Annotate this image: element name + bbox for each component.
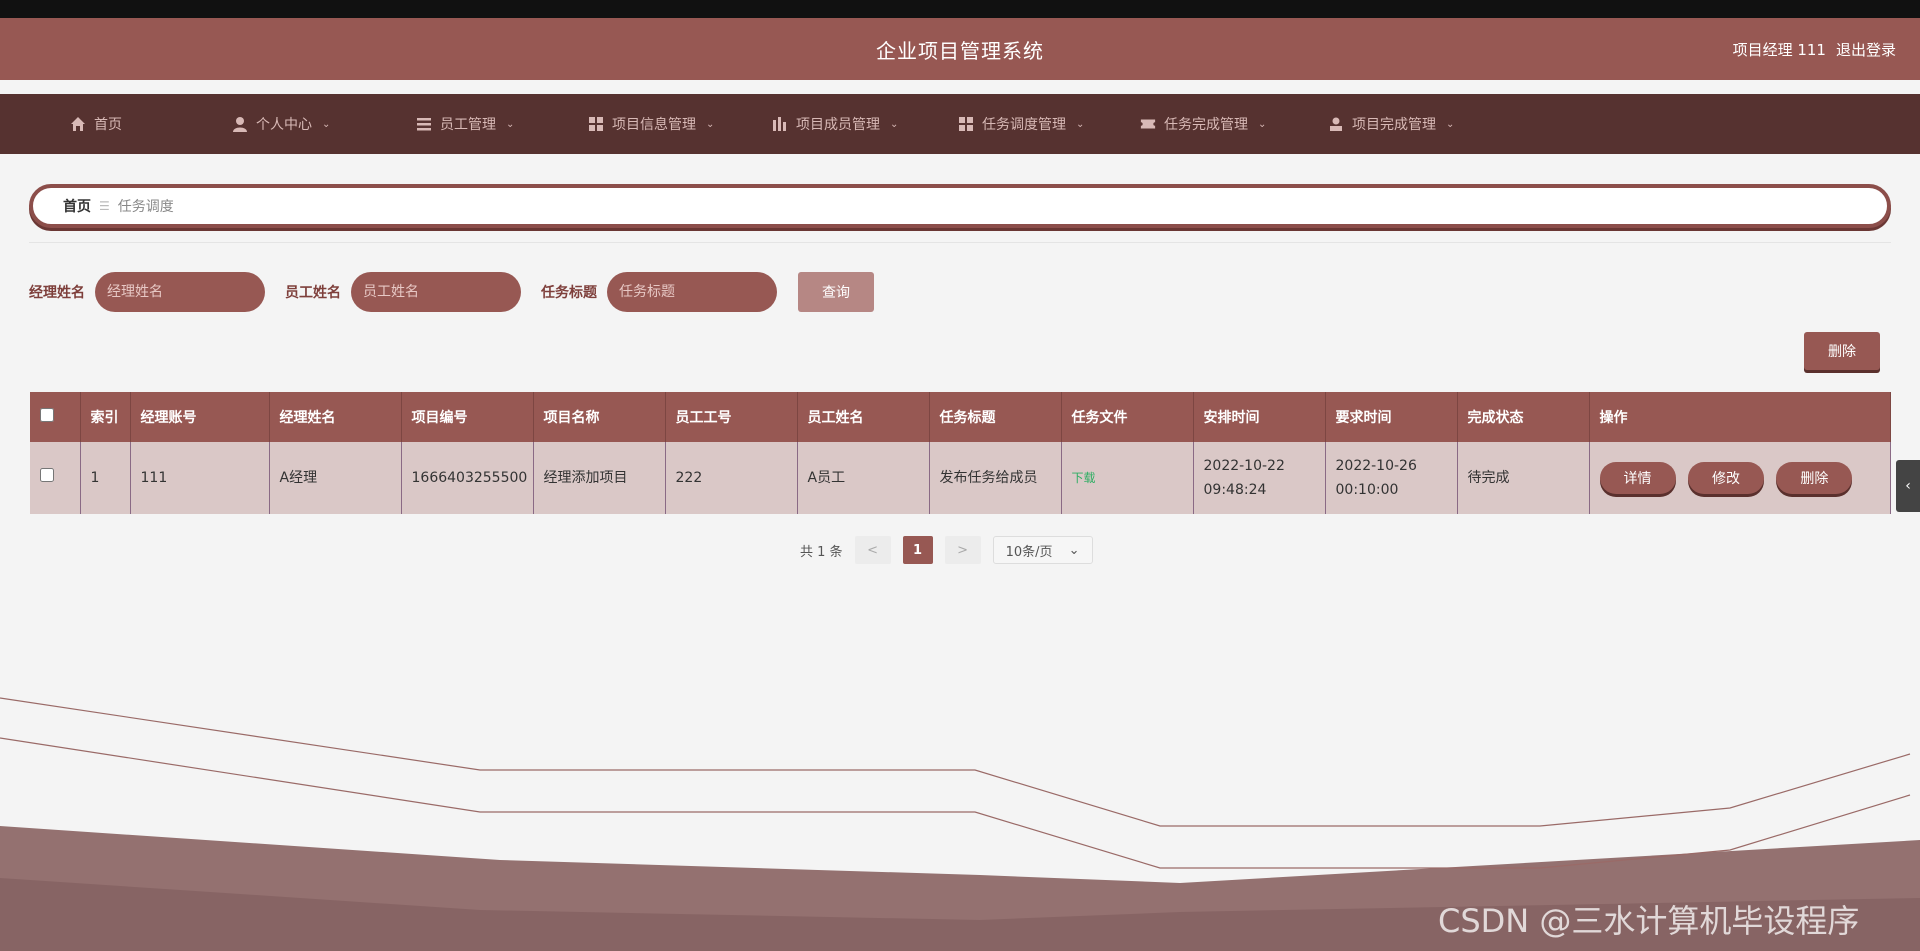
column-header: 经理账号 [130, 392, 270, 442]
column-header: 项目编号 [401, 392, 534, 442]
logout-link[interactable]: 退出登录 [1836, 39, 1896, 60]
page-size-value: 10条/页 [1005, 544, 1053, 560]
divider [29, 242, 1891, 243]
nav-item-employee[interactable]: 员工管理 ⌄ [416, 94, 514, 154]
column-header: 安排时间 [1193, 392, 1326, 442]
side-panel-toggle[interactable]: ‹ [1896, 460, 1920, 512]
nav-item-task-complete[interactable]: 任务完成管理 ⌄ [1140, 94, 1266, 154]
chevron-down-icon: ⌄ [1258, 118, 1267, 130]
cell-scheduled-time: 2022-10-22 09:48:24 [1193, 442, 1326, 514]
breadcrumb-home[interactable]: 首页 [63, 196, 91, 216]
chevron-down-icon: ⌄ [322, 118, 331, 130]
cell-manager-name: A经理 [269, 442, 402, 514]
pagination: 共 1 条 < 1 > 10条/页 ⌄ [800, 536, 1093, 564]
column-header: 员工工号 [665, 392, 798, 442]
table-row: 1 111 A经理 1666403255500 经理添加项目 222 A员工 发… [30, 442, 1891, 514]
nav-label: 项目成员管理 [796, 117, 880, 133]
detail-button[interactable]: 详情 [1599, 462, 1676, 494]
manager-name-label: 经理姓名 [29, 285, 85, 301]
manager-name-input[interactable] [95, 272, 265, 312]
nav-item-project-complete[interactable]: 项目完成管理 ⌄ [1328, 94, 1454, 154]
column-header: 完成状态 [1457, 392, 1590, 442]
download-link[interactable]: 下载 [1061, 442, 1194, 514]
edit-button[interactable]: 修改 [1687, 462, 1764, 494]
nav-item-personal[interactable]: 个人中心 ⌄ [232, 94, 330, 154]
nav-label: 首页 [94, 117, 122, 133]
column-header: 要求时间 [1325, 392, 1458, 442]
main-nav: 首页 个人中心 ⌄ 员工管理 ⌄ 项目信息管理 ⌄ 项目成员管理 ⌄ 任务调度管… [0, 94, 1920, 154]
cell-employee-no: 222 [665, 442, 798, 514]
grid-icon [588, 116, 604, 132]
chart-icon [772, 116, 788, 132]
list-icon [416, 116, 432, 132]
ticket-icon [1140, 116, 1156, 132]
select-all-cell [30, 392, 81, 442]
column-header: 索引 [80, 392, 131, 442]
watermark: CSDN @三水计算机毕设程序 [1438, 902, 1860, 940]
nav-label: 任务完成管理 [1164, 117, 1248, 133]
user-role: 项目经理 111 [1732, 40, 1826, 59]
cell-project-no: 1666403255500 [401, 442, 534, 514]
nav-item-project-member[interactable]: 项目成员管理 ⌄ [772, 94, 898, 154]
chevron-down-icon: ⌄ [1068, 542, 1080, 558]
user-area: 项目经理 111 退出登录 [1733, 18, 1896, 80]
nav-label: 员工管理 [440, 117, 496, 133]
cell-employee-name: A员工 [797, 442, 930, 514]
nav-label: 项目信息管理 [612, 117, 696, 133]
nav-item-home[interactable]: 首页 [70, 94, 122, 154]
chevron-down-icon: ⌄ [706, 118, 715, 130]
page-number-button[interactable]: 1 [902, 536, 933, 564]
task-title-input[interactable] [607, 272, 777, 312]
query-button[interactable]: 查询 [798, 272, 874, 312]
cell-manager-account: 111 [130, 442, 270, 514]
cell-task-title: 发布任务给成员 [929, 442, 1062, 514]
table-header-row: 索引 经理账号 经理姓名 项目编号 项目名称 员工工号 员工姓名 任务标题 任务… [30, 392, 1891, 442]
chevron-down-icon: ⌄ [1076, 118, 1085, 130]
cell-index: 1 [80, 442, 131, 514]
column-header: 项目名称 [533, 392, 666, 442]
row-checkbox[interactable] [40, 468, 54, 482]
cell-required-time: 2022-10-26 00:10:00 [1325, 442, 1458, 514]
breadcrumb-separator: ☰ [99, 199, 110, 213]
nav-label: 个人中心 [256, 117, 312, 133]
person-icon [1328, 116, 1344, 132]
nav-item-task-dispatch[interactable]: 任务调度管理 ⌄ [958, 94, 1084, 154]
select-all-checkbox[interactable] [40, 408, 54, 422]
nav-label: 任务调度管理 [982, 117, 1066, 133]
app-title: 企业项目管理系统 [876, 38, 1044, 63]
column-header: 任务文件 [1061, 392, 1194, 442]
cell-actions: 详情 修改 删除 [1589, 442, 1891, 514]
page-size-select[interactable]: 10条/页 ⌄ [992, 536, 1093, 564]
row-select-cell [30, 442, 81, 514]
cell-project-name: 经理添加项目 [533, 442, 666, 514]
column-header: 员工姓名 [797, 392, 930, 442]
total-count: 共 1 条 [800, 544, 843, 560]
breadcrumb-current: 任务调度 [117, 199, 174, 215]
task-table: 索引 经理账号 经理姓名 项目编号 项目名称 员工工号 员工姓名 任务标题 任务… [30, 392, 1891, 514]
breadcrumb: 首页 ☰ 任务调度 [29, 184, 1891, 228]
cell-status: 待完成 [1457, 442, 1590, 514]
chevron-down-icon: ⌄ [890, 118, 899, 130]
column-header: 经理姓名 [269, 392, 402, 442]
nav-label: 项目完成管理 [1352, 117, 1436, 133]
user-icon [232, 116, 248, 132]
employee-name-input[interactable] [351, 272, 521, 312]
batch-delete-button[interactable]: 删除 [1804, 332, 1880, 370]
chevron-down-icon: ⌄ [1446, 118, 1455, 130]
header: 企业项目管理系统 项目经理 111 退出登录 [0, 18, 1920, 80]
employee-name-label: 员工姓名 [285, 285, 341, 301]
top-strip [0, 0, 1920, 18]
row-delete-button[interactable]: 删除 [1776, 462, 1853, 494]
chevron-left-icon: ‹ [1905, 478, 1911, 494]
prev-page-button[interactable]: < [854, 536, 891, 564]
column-header: 操作 [1589, 392, 1891, 442]
nav-item-project-info[interactable]: 项目信息管理 ⌄ [588, 94, 714, 154]
column-header: 任务标题 [929, 392, 1062, 442]
search-form: 经理姓名 员工姓名 任务标题 查询 [29, 272, 874, 312]
task-title-label: 任务标题 [541, 285, 597, 301]
chevron-down-icon: ⌄ [506, 118, 515, 130]
next-page-button[interactable]: > [944, 536, 981, 564]
grid-icon [958, 116, 974, 132]
home-icon [70, 116, 86, 132]
